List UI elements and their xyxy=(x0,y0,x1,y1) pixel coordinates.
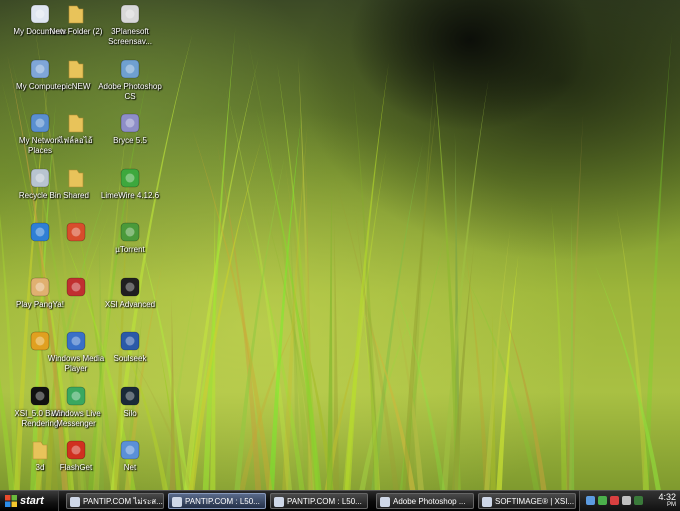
taskbar-button-label: PANTIP.COM : L50... xyxy=(287,497,362,506)
soulseek-icon xyxy=(119,330,141,352)
desktop-icon[interactable]: µTorrent xyxy=(98,221,162,255)
messenger-tray-icon[interactable] xyxy=(598,496,607,505)
photoshop-icon xyxy=(119,58,141,80)
utorrent-tray-icon[interactable] xyxy=(634,496,643,505)
grass-blade xyxy=(216,142,262,490)
volume-tray-icon[interactable] xyxy=(622,496,631,505)
screensaver-icon xyxy=(119,3,141,25)
grass-blade xyxy=(407,75,435,490)
desktop-icon[interactable]: Net xyxy=(98,439,162,473)
grass-blade xyxy=(593,262,661,490)
network-icon xyxy=(119,439,141,461)
windows-flag-icon xyxy=(5,495,17,507)
clock-ampm: PM xyxy=(667,502,676,508)
grass-blade xyxy=(184,57,259,490)
window-icon xyxy=(380,497,390,507)
system-tray: 4:32 PM xyxy=(579,491,680,511)
desktop-icon-label: LimeWire 4.12.6 xyxy=(100,190,160,200)
taskbar-button-label: SOFTIMAGE® | XSI... xyxy=(495,497,575,506)
desktop-icon-label: Adobe Photoshop CS xyxy=(98,81,162,101)
grass-blade xyxy=(643,30,673,490)
folder-icon xyxy=(65,167,87,189)
grass-blade xyxy=(247,35,312,490)
desktop-icon-label: Soulseek xyxy=(113,354,147,363)
desktop-icon-label: XSI Advanced xyxy=(104,299,156,309)
taskbar-button-label: PANTIP.COM ไม่ระส... xyxy=(83,497,163,506)
app-icon xyxy=(65,276,87,298)
desktop-icon[interactable]: Bryce 5.5 xyxy=(98,112,162,146)
media-player-icon xyxy=(65,330,87,352)
desktop-icon[interactable]: Soulseek xyxy=(98,330,162,364)
desktop-wallpaper: My Documents New Folder (2) 3Planesoft Scr… xyxy=(0,0,680,490)
grass-blade xyxy=(326,187,333,490)
desktop-icon-label: µTorrent xyxy=(115,245,145,254)
taskbar-button[interactable]: Adobe Photoshop ... xyxy=(376,493,474,509)
taskbar-button[interactable]: PANTIP.COM : L50... xyxy=(168,493,266,509)
desktop-icon[interactable]: Silo xyxy=(98,385,162,419)
grass-blade xyxy=(616,205,649,490)
start-button[interactable]: start xyxy=(0,491,59,511)
desktop-icon-label: 3Planesoft Screensav... xyxy=(108,27,152,46)
messenger-icon xyxy=(65,385,87,407)
desktop-icon[interactable]: Adobe Photoshop CS xyxy=(98,58,162,102)
flashget-icon xyxy=(65,439,87,461)
taskbar-button-label: Adobe Photoshop ... xyxy=(393,497,466,506)
grass-blade xyxy=(496,253,519,490)
grass-blade xyxy=(465,247,490,490)
window-icon xyxy=(70,497,80,507)
utorrent-icon xyxy=(119,221,141,243)
silo-icon xyxy=(119,385,141,407)
taskbar-button[interactable]: SOFTIMAGE® | XSI... xyxy=(478,493,576,509)
desktop-icon-label: Play PangYa! xyxy=(16,299,64,309)
desktop-icon[interactable]: 3Planesoft Screensav... xyxy=(98,3,162,47)
folder-icon xyxy=(65,112,87,134)
window-icon xyxy=(482,497,492,507)
network-tray-icon[interactable] xyxy=(586,496,595,505)
xsi-icon xyxy=(119,276,141,298)
desktop-icon[interactable]: LimeWire 4.12.6 xyxy=(98,167,162,201)
grass-blade xyxy=(499,298,547,490)
desktop-icon-label: Silo xyxy=(123,408,137,418)
grass-blade xyxy=(191,125,273,490)
grass-blade xyxy=(565,113,584,490)
desktop-icon-label: Net xyxy=(123,463,137,472)
clock[interactable]: 4:32 PM xyxy=(658,493,676,509)
taskbar-button[interactable]: PANTIP.COM : L50... xyxy=(270,493,368,509)
desktop-icon-label: Bryce 5.5 xyxy=(113,136,147,145)
taskbar-button-label: PANTIP.COM : L50... xyxy=(185,497,260,506)
game-launcher-icon xyxy=(65,221,87,243)
window-icon xyxy=(274,497,284,507)
folder-icon xyxy=(65,58,87,80)
desktop-icon[interactable]: XSI Advanced xyxy=(98,276,162,310)
bryce-icon xyxy=(119,112,141,134)
grass-blade xyxy=(551,203,568,490)
taskbar-button[interactable]: PANTIP.COM ไม่ระส... xyxy=(66,493,164,509)
antivirus-tray-icon[interactable] xyxy=(610,496,619,505)
taskbar: start PANTIP.COM ไม่ระส... PANTIP.COM : L… xyxy=(0,490,680,511)
limewire-icon xyxy=(119,167,141,189)
start-label: start xyxy=(20,495,44,507)
window-icon xyxy=(172,497,182,507)
folder-icon xyxy=(65,3,87,25)
